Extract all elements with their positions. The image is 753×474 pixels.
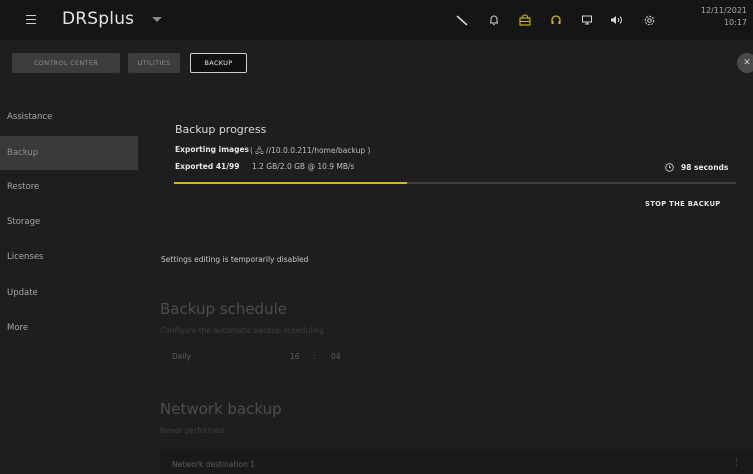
sidebar-item-storage[interactable]: Storage [0, 205, 138, 239]
schedule-hour-field[interactable]: 16 [290, 352, 300, 361]
network-backup-title: Network backup [160, 400, 282, 418]
app-title: DRSplus [62, 9, 135, 29]
sidebar-item-update[interactable]: Update [0, 276, 138, 310]
schedule-minute-field[interactable]: 04 [331, 352, 341, 361]
network-destination-row[interactable]: Network destination 1 ⋮ [160, 450, 753, 474]
timer-icon [665, 163, 674, 174]
backup-progress-title: Backup progress [175, 123, 267, 136]
more-options-icon[interactable]: ⋮ [732, 458, 741, 468]
clock-time: 10:17 [723, 18, 747, 27]
app-dropdown-caret-icon[interactable] [152, 17, 162, 22]
backup-schedule-subtitle: Configure the automatic backup schedulin… [160, 326, 324, 335]
monitor-icon[interactable] [579, 12, 595, 28]
top-bar: DRSplus 12/11/2021 10:17 [0, 0, 753, 40]
backup-progress-bar [174, 182, 736, 184]
stop-backup-button[interactable]: STOP THE BACKUP [645, 200, 721, 208]
settings-disabled-notice: Settings editing is temporarily disabled [161, 255, 309, 264]
sidebar-item-more[interactable]: More [0, 311, 138, 345]
sync-icon[interactable] [517, 12, 533, 28]
network-destination-label: Network destination 1 [172, 460, 255, 469]
network-backup-subtitle: Never performed [160, 426, 225, 435]
schedule-time-separator: : [313, 352, 316, 361]
clock: 12/11/2021 10:17 [701, 5, 747, 29]
tab-control-center[interactable]: CONTROL CENTER [12, 53, 120, 73]
clock-date: 12/11/2021 [700, 6, 747, 15]
schedule-frequency-select[interactable]: Daily [172, 352, 191, 361]
gear-icon[interactable] [641, 12, 657, 28]
backup-status: Exporting images [175, 145, 250, 154]
sidebar-item-assistance[interactable]: Assistance [0, 100, 138, 134]
tab-backup[interactable]: BACKUP [190, 53, 247, 73]
headset-icon[interactable] [548, 12, 564, 28]
time-remaining: 98 seconds [681, 163, 729, 172]
exported-count: Exported 41/99 [175, 162, 240, 171]
tab-utilities[interactable]: UTILITIES [128, 53, 180, 73]
exported-detail: 1.2 GB/2.0 GB @ 10.9 MB/s [252, 162, 355, 171]
backup-progress-fill [174, 182, 407, 184]
bell-icon[interactable] [486, 12, 502, 28]
backup-schedule-title: Backup schedule [160, 300, 287, 318]
volume-icon[interactable] [608, 12, 624, 28]
backup-path: ( 🖧 //10.0.0.211/home/backup ) [250, 146, 371, 155]
sidebar-item-restore[interactable]: Restore [0, 170, 138, 204]
sidebar-item-licenses[interactable]: Licenses [0, 240, 138, 274]
sidebar-item-backup[interactable]: Backup [0, 136, 138, 170]
wrench-icon[interactable] [454, 12, 470, 28]
close-icon[interactable]: ✕ [737, 53, 753, 73]
menu-icon[interactable] [26, 15, 36, 24]
